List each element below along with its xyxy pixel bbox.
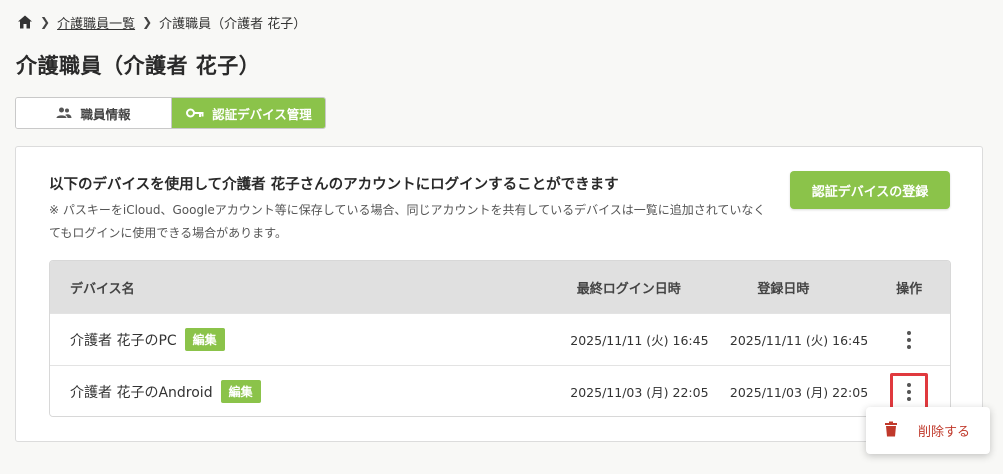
last-login-cell: 2025/11/11 (火) 16:45 [570, 333, 709, 348]
header-device-name: デバイス名 [70, 281, 135, 297]
row-action-menu-delete[interactable]: 削除する [866, 407, 990, 454]
table-header: デバイス名 最終ログイン日時 登録日時 操作 [50, 261, 950, 313]
registered-cell: 2025/11/03 (月) 22:05 [729, 385, 869, 400]
header-registered: 登録日時 [757, 281, 810, 297]
register-device-button[interactable]: 認証デバイスの登録 [790, 171, 950, 209]
edit-button[interactable]: 編集 [220, 380, 261, 403]
header-last-login: 最終ログイン日時 [576, 281, 681, 297]
tab-auth-devices-label: 認証デバイス管理 [212, 106, 312, 122]
tab-bar: 職員情報 認証デバイス管理 [15, 97, 326, 129]
edit-button[interactable]: 編集 [184, 328, 225, 351]
chevron-right-icon: ❯ [142, 15, 153, 29]
more-vert-icon[interactable] [890, 372, 929, 411]
card-note: ※ パスキーをiCloud、Googleアカウント等に保存している場合、同じアカ… [49, 203, 766, 240]
breadcrumb: ❯ 介護職員一覧 ❯ 介護職員（介護者 花子） [17, 12, 306, 32]
page-title: 介護職員（介護者 花子） [16, 54, 261, 78]
table-row: 介護者 花子のAndroid 編集 2025/11/03 (月) 22:05 2… [50, 365, 950, 416]
key-icon [186, 108, 204, 118]
delete-menu-label: 削除する [918, 425, 971, 440]
breadcrumb-link-staff-list[interactable]: 介護職員一覧 [57, 13, 135, 32]
breadcrumb-current: 介護職員（介護者 花子） [159, 16, 307, 32]
device-card: 以下のデバイスを使用して介護者 花子さんのアカウントにログインすることができます… [15, 146, 983, 442]
tab-auth-devices[interactable]: 認証デバイス管理 [172, 98, 325, 128]
tab-staff-info[interactable]: 職員情報 [16, 98, 172, 128]
table-row: 介護者 花子のPC 編集 2025/11/11 (火) 16:45 2025/1… [50, 313, 950, 365]
more-vert-icon[interactable] [897, 328, 921, 352]
device-name: 介護者 花子のAndroid [70, 384, 213, 401]
tab-staff-info-label: 職員情報 [80, 106, 131, 122]
trash-icon [884, 421, 898, 441]
last-login-cell: 2025/11/03 (月) 22:05 [570, 385, 709, 400]
home-icon[interactable] [17, 14, 33, 30]
device-table: デバイス名 最終ログイン日時 登録日時 操作 介護者 花子のPC 編集 2025… [49, 260, 951, 417]
people-icon [56, 107, 72, 119]
chevron-right-icon: ❯ [40, 15, 51, 29]
header-actions: 操作 [896, 281, 923, 297]
registered-cell: 2025/11/11 (火) 16:45 [729, 333, 869, 348]
device-name: 介護者 花子のPC [70, 332, 177, 349]
card-title: 以下のデバイスを使用して介護者 花子さんのアカウントにログインすることができます [49, 177, 619, 193]
